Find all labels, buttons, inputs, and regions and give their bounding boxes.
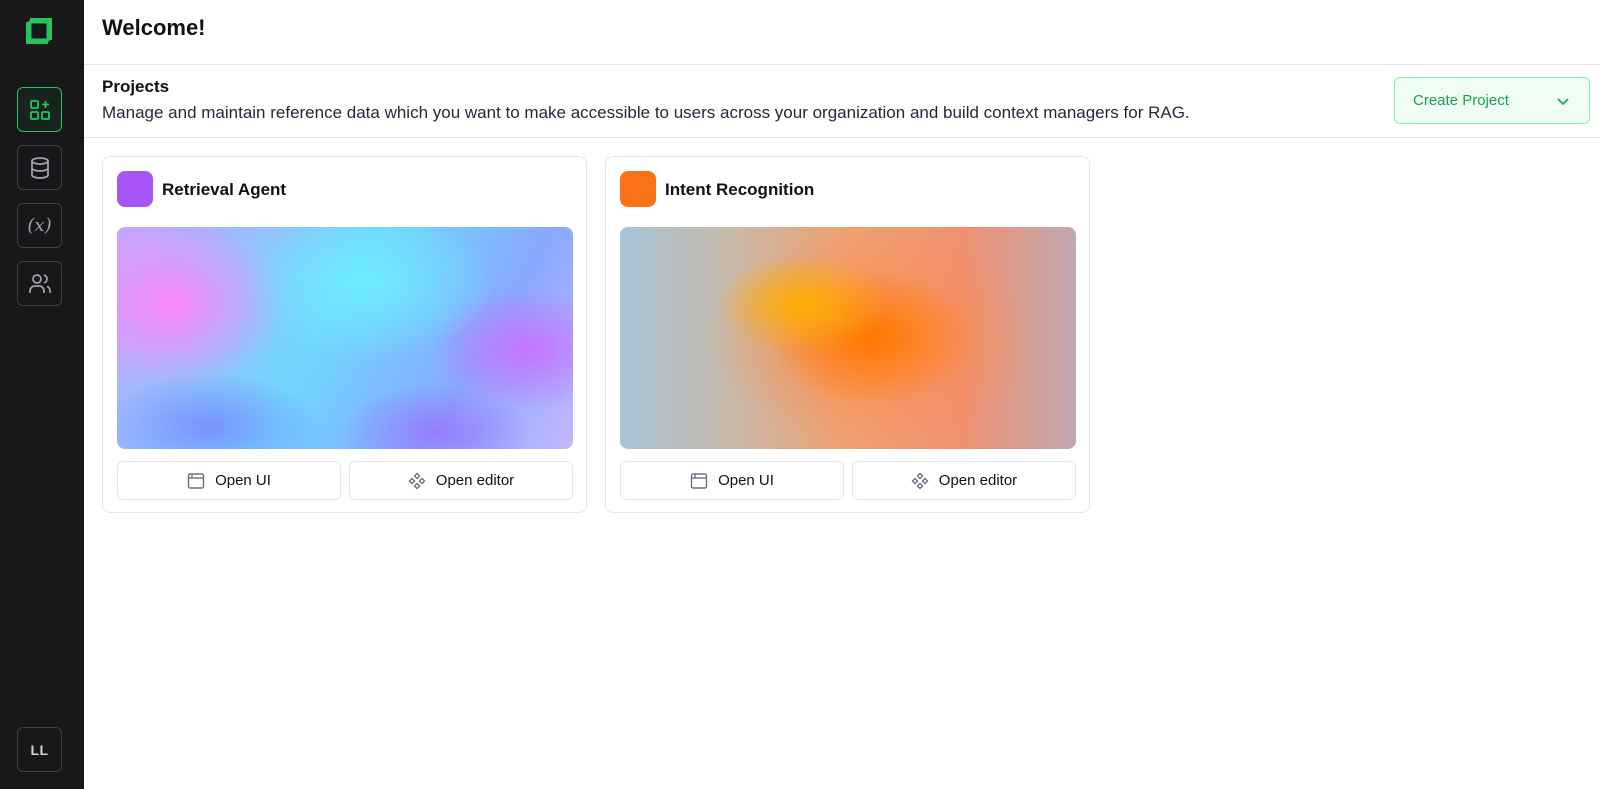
- open-editor-label: Open editor: [435, 472, 515, 489]
- sidebar-item-projects[interactable]: [17, 87, 62, 132]
- project-card: Retrieval Agent Open UI Open editor: [102, 156, 587, 513]
- open-ui-label: Open UI: [718, 472, 774, 489]
- open-editor-button[interactable]: Open editor: [852, 461, 1076, 500]
- browser-window-icon: [690, 472, 708, 489]
- variable-icon: (x): [27, 215, 52, 236]
- section-description: Manage and maintain reference data which…: [102, 103, 1190, 122]
- users-icon: [28, 273, 51, 293]
- project-thumbnail[interactable]: [117, 227, 573, 449]
- open-ui-button[interactable]: Open UI: [117, 461, 341, 500]
- section-title: Projects: [102, 77, 170, 96]
- project-title: Intent Recognition: [665, 180, 815, 199]
- project-color-icon: [117, 171, 153, 207]
- project-color-icon: [620, 171, 656, 207]
- chevron-down-icon: [1557, 97, 1569, 105]
- open-editor-button[interactable]: Open editor: [349, 461, 573, 500]
- sidebar-item-variables[interactable]: (x): [17, 203, 62, 248]
- projects-header: Projects Manage and maintain reference d…: [84, 65, 1600, 138]
- user-avatar[interactable]: LL: [17, 727, 62, 772]
- browser-window-icon: [187, 472, 205, 489]
- project-title: Retrieval Agent: [162, 180, 287, 199]
- components-icon: [911, 472, 929, 489]
- open-ui-label: Open UI: [215, 472, 271, 489]
- create-project-label: Create Project: [1413, 92, 1509, 109]
- open-ui-button[interactable]: Open UI: [620, 461, 844, 500]
- open-editor-label: Open editor: [938, 472, 1018, 489]
- main-content: Welcome! Projects Manage and maintain re…: [84, 0, 1600, 789]
- page-title: Welcome!: [102, 15, 206, 40]
- components-icon: [408, 472, 426, 489]
- sidebar-item-data[interactable]: [17, 145, 62, 190]
- database-icon: [30, 156, 49, 179]
- app-logo-icon[interactable]: [24, 16, 54, 46]
- sidebar-item-users[interactable]: [17, 261, 62, 306]
- create-project-button[interactable]: Create Project: [1394, 77, 1590, 124]
- dashboard-add-icon: [29, 99, 50, 120]
- top-bar: Welcome!: [84, 0, 1600, 65]
- sidebar: (x) LL: [0, 0, 84, 789]
- project-card: Intent Recognition Open UI Open editor: [605, 156, 1090, 513]
- project-thumbnail[interactable]: [620, 227, 1076, 449]
